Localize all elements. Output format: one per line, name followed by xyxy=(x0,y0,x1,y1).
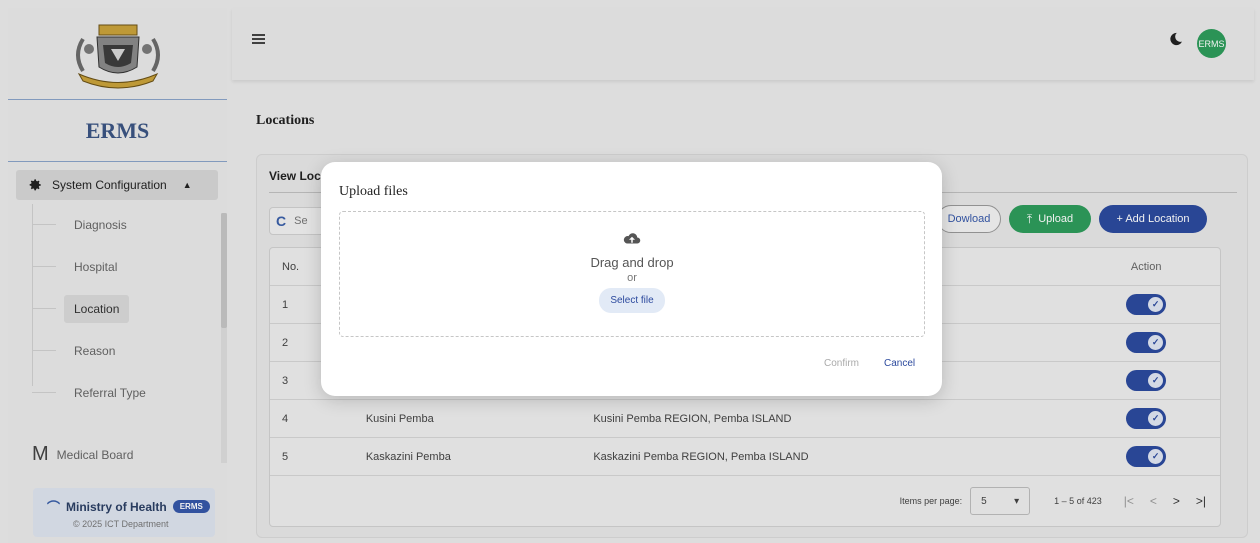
dialog-title: Upload files xyxy=(339,184,408,199)
or-text: or xyxy=(627,272,637,284)
upload-dialog: Upload files Drag and drop or Select fil… xyxy=(321,162,942,396)
select-file-button[interactable]: Select file xyxy=(599,288,665,313)
file-dropzone[interactable]: Drag and drop or Select file xyxy=(339,211,925,337)
cancel-button[interactable]: Cancel xyxy=(884,358,915,369)
cloud-upload-icon xyxy=(623,233,641,244)
confirm-button[interactable]: Confirm xyxy=(824,358,859,369)
drag-drop-text: Drag and drop xyxy=(590,255,674,270)
